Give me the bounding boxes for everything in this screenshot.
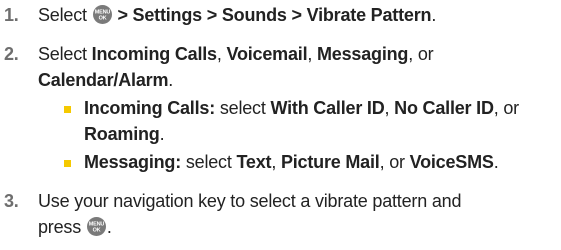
step-text: Select MENU OK > Settings > Sounds > Vibr… [38,5,437,25]
option-incoming-calls: Incoming Calls [91,44,217,64]
subitem-incoming-calls: Incoming Calls: select With Caller ID, N… [84,98,519,144]
option-calendar-alarm: Calendar/Alarm [38,70,169,90]
step-number: 2. [4,44,19,64]
instruction-list: 1. Select MENU OK > Settings > Sounds > V… [0,0,561,250]
option-voicemail: Voicemail [226,44,308,64]
menu-ok-key-icon: MENU OK [86,217,106,236]
bullet-icon [64,160,71,167]
svg-text:OK: OK [98,16,106,22]
step-number: 3. [4,191,19,211]
bullet-icon [64,106,71,113]
step-text: Select Incoming Calls, Voicemail, Messag… [38,44,434,90]
menu-path: > Settings > Sounds > Vibrate Pattern [112,5,432,25]
svg-text:OK: OK [92,228,100,234]
menu-ok-key-icon: MENU OK [92,5,112,24]
step-number: 1. [4,5,19,25]
step-text: Use your navigation key to select a vibr… [38,191,462,237]
subitem-messaging: Messaging: select Text, Picture Mail, or… [84,152,499,172]
option-messaging: Messaging [317,44,409,64]
